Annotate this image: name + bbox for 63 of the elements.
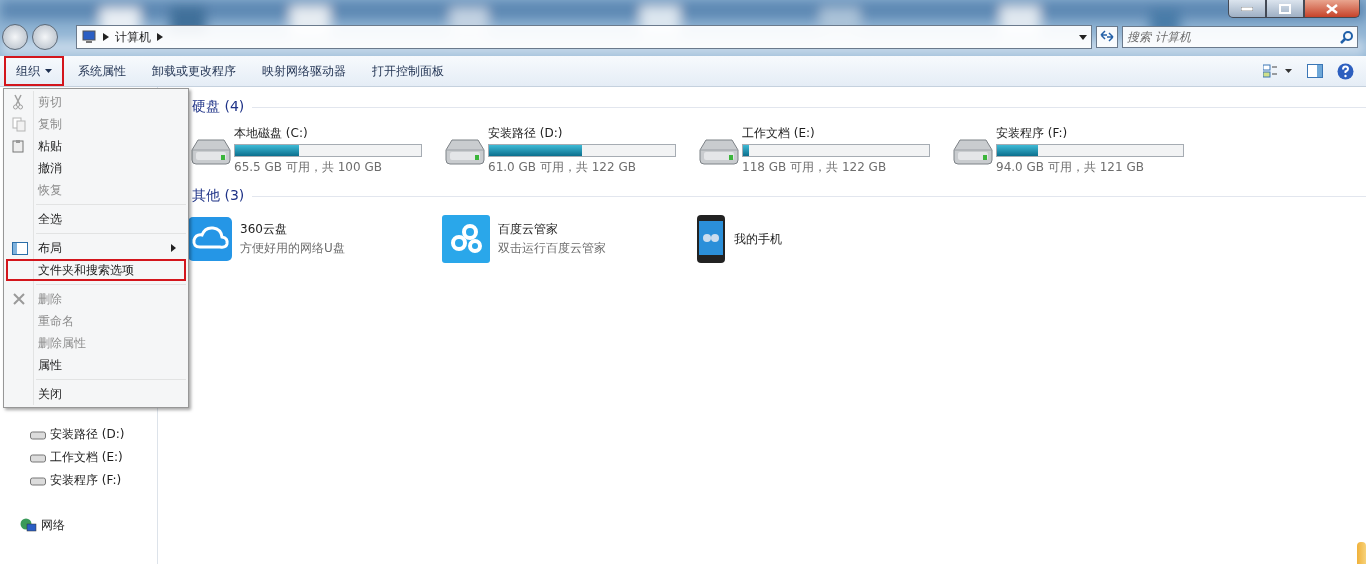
drive-name[interactable]: 安装程序 (F:) xyxy=(996,125,1184,142)
toolbar-button[interactable]: 系统属性 xyxy=(66,56,138,86)
menu-item[interactable]: 布局 xyxy=(6,237,186,259)
menu-item[interactable]: 撤消 xyxy=(6,157,186,179)
sidebar-item[interactable]: 安装路径 (D:) xyxy=(0,423,157,446)
drive-name[interactable]: 本地磁盘 (C:) xyxy=(234,125,422,142)
menu-item[interactable]: 文件夹和搜索选项 xyxy=(6,259,186,281)
menu-item[interactable]: 属性 xyxy=(6,354,186,376)
device-description: 方便好用的网络U盘 xyxy=(240,240,345,257)
menu-item[interactable]: 全选 xyxy=(6,208,186,230)
computer-icon xyxy=(81,30,97,44)
device-name[interactable]: 我的手机 xyxy=(734,230,782,248)
refresh-button[interactable] xyxy=(1096,26,1118,48)
toolbar-button[interactable]: 打开控制面板 xyxy=(360,56,456,86)
drive-name[interactable]: 工作文档 (E:) xyxy=(742,125,930,142)
device-name[interactable]: 360云盘 xyxy=(240,221,345,238)
search-icon xyxy=(1340,31,1353,44)
copy-icon xyxy=(12,116,26,132)
toolbar-button[interactable]: 卸载或更改程序 xyxy=(140,56,248,86)
baidu-cloud-icon xyxy=(442,215,490,263)
layout-icon xyxy=(12,241,28,255)
minimize-button[interactable] xyxy=(1228,0,1266,18)
breadcrumb-arrow-icon xyxy=(103,33,109,41)
scissors-icon xyxy=(12,94,24,110)
sidebar-item[interactable]: 工作文档 (E:) xyxy=(0,446,157,469)
dropdown-arrow-icon xyxy=(1079,34,1087,40)
free-space-text: 118 GB 可用，共 122 GB xyxy=(742,159,888,176)
maximize-button[interactable] xyxy=(1266,0,1304,18)
phone-icon xyxy=(696,214,726,264)
menu-item[interactable]: 粘贴 xyxy=(6,135,186,157)
clipboard-icon xyxy=(12,139,24,153)
free-space-text: 61.0 GB 可用，共 122 GB xyxy=(488,159,637,176)
help-icon[interactable] xyxy=(1337,62,1354,80)
drive-icon xyxy=(30,475,46,486)
network-icon xyxy=(20,517,37,534)
view-options-icon[interactable] xyxy=(1263,64,1293,78)
group-header: 硬盘 (4) xyxy=(192,98,245,116)
submenu-arrow-icon xyxy=(171,244,176,252)
toolbar-button[interactable]: 组织 xyxy=(4,56,64,86)
device-name[interactable]: 百度云管家 xyxy=(498,221,606,238)
drive-icon xyxy=(30,452,46,463)
breadcrumb[interactable]: 计算机 xyxy=(115,28,151,46)
breadcrumb-arrow-icon xyxy=(157,33,163,41)
address-bar[interactable]: 计算机 xyxy=(76,25,1092,49)
free-space-text: 65.5 GB 可用，共 100 GB xyxy=(234,159,383,176)
delete-icon xyxy=(12,292,26,306)
sidebar-item[interactable]: 安装程序 (F:) xyxy=(0,469,157,492)
drive-icon xyxy=(30,429,46,440)
device-description: 双击运行百度云管家 xyxy=(498,240,606,257)
search-field[interactable]: 搜索 计算机 xyxy=(1122,26,1358,48)
toolbar-button[interactable]: 映射网络驱动器 xyxy=(250,56,358,86)
close-icon xyxy=(1326,3,1338,14)
maximize-icon xyxy=(1279,3,1291,14)
close-button[interactable] xyxy=(1304,0,1360,18)
preview-pane-icon[interactable] xyxy=(1307,64,1323,78)
sidebar-item[interactable]: 网络 xyxy=(0,514,157,537)
group-header: 其他 (3) xyxy=(192,187,245,205)
free-space-text: 94.0 GB 可用，共 121 GB xyxy=(996,159,1145,176)
drive-name[interactable]: 安装路径 (D:) xyxy=(488,125,676,142)
refresh-icon xyxy=(1100,29,1114,42)
minimize-icon xyxy=(1241,6,1253,11)
caret-icon xyxy=(45,69,52,73)
menu-item[interactable]: 关闭 xyxy=(6,383,186,405)
